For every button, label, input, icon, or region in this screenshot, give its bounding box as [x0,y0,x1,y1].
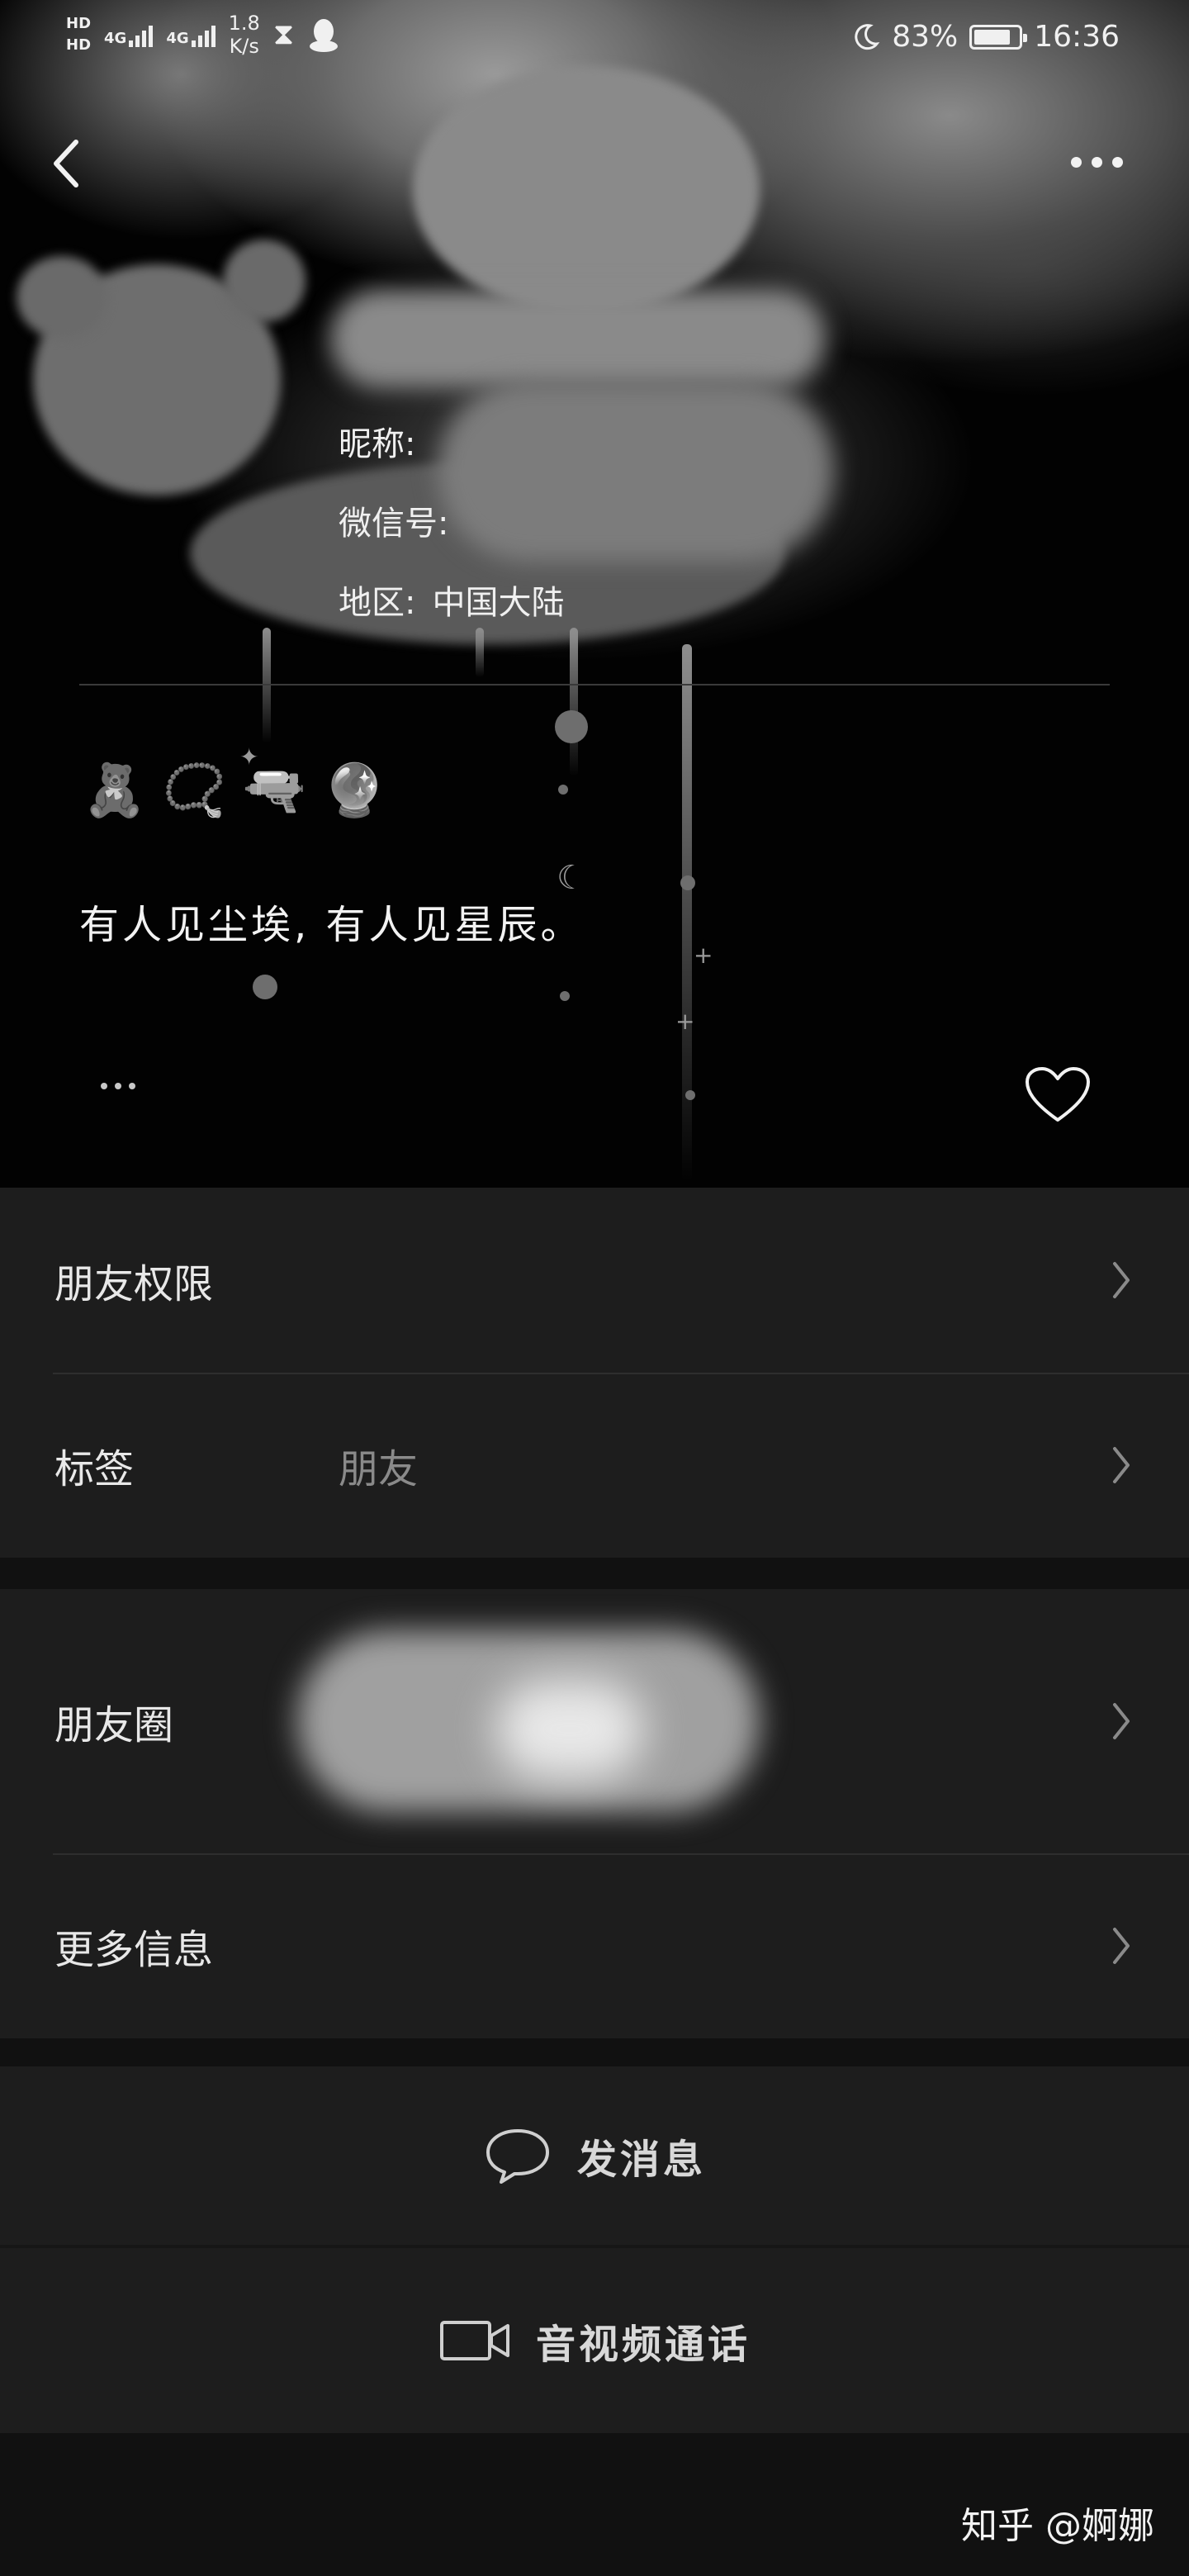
decor-dot [558,785,568,795]
watermark: 知乎 @婀娜 [961,2505,1154,2547]
heart-icon[interactable] [1024,1065,1092,1125]
nickname-label: 昵称: [339,425,416,463]
network-speed: 1.8 K/s [229,12,260,58]
settings-group: 朋友权限 标签 朋友 [0,1188,1189,1558]
dot-icon [101,1083,107,1089]
region-value: 中国大陆 [432,584,565,622]
status-bar: HD HD 4G 4G 1.8 K/s ⧗ 83% 16:36 [0,0,1189,79]
hd-icon: HD HD [66,16,91,54]
qq-icon [310,19,339,52]
net2-label: 4G [166,30,189,47]
tag-value: 朋友 [339,1446,419,1492]
drip [263,628,271,743]
video-call-label: 音视频通话 [535,2322,751,2368]
hd2-label: HD [66,36,92,54]
nickname-row: 昵称: [339,405,564,484]
info-group: 朋友圈 更多信息 [0,1589,1189,2038]
dot-icon [129,1083,135,1089]
hd1-label: HD [66,15,92,32]
status-right: 83% 16:36 [850,20,1120,54]
drip [570,628,578,776]
divider [79,684,1110,686]
send-message-button[interactable]: 发消息 [0,2066,1189,2245]
sparkle-icon: + [675,1008,695,1035]
flower-shape [413,66,760,314]
friend-permissions-row[interactable]: 朋友权限 [0,1188,1189,1373]
bear-ear [223,240,306,322]
back-button[interactable] [43,130,92,197]
personal-signature: 有人见尘埃, 有人见星辰。 [79,902,584,948]
moon-icon [855,23,880,50]
tags-row[interactable]: 标签 朋友 [0,1373,1189,1558]
profile-info: 昵称: 微信号: 地区: 中国大陆 [339,405,564,643]
signal-icon: 4G [104,22,154,47]
chevron-right-icon [1113,1262,1130,1298]
decor-dot [560,991,570,1001]
status-left: HD HD 4G 4G 1.8 K/s ⧗ [66,12,340,58]
speed-unit: K/s [229,35,259,58]
group-gap [0,1558,1189,1589]
chevron-right-icon [1113,1928,1130,1964]
dot-icon [115,1083,121,1089]
row-label: 标签 [54,1446,135,1492]
profile-hero: ✦ + + ☾ HD HD 4G 4G 1.8 K/s ⧗ 83% 16:36 … [0,0,1189,1188]
sparkle-icon: + [694,942,713,969]
decor-dot [555,710,588,743]
decor-dot [680,875,695,890]
drip [682,644,692,1181]
speed-value: 1.8 [228,12,260,35]
battery-icon [969,24,1028,50]
video-camera-icon [439,2321,509,2360]
chevron-right-icon [1113,1447,1130,1483]
moments-row[interactable]: 朋友圈 [0,1589,1189,1853]
wechat-id-row: 微信号: [339,484,564,563]
wechat-id-label: 微信号: [339,505,449,543]
redacted-name [330,289,826,388]
video-call-button[interactable]: 音视频通话 [0,2248,1189,2433]
signal-icon: 4G [166,22,216,47]
chat-bubble-icon [486,2129,549,2184]
row-label: 朋友圈 [54,1702,174,1748]
battery-percent: 83% [892,20,959,54]
bear-ear [17,256,107,339]
status-emojis: 🧸 📿 🔫 🔮 [83,760,386,820]
clock-time: 16:36 [1034,20,1120,54]
region-row: 地区: 中国大陆 [339,563,564,643]
row-label: 朋友权限 [54,1261,214,1307]
signature-more-button[interactable] [101,1074,150,1098]
decor-dot [685,1090,695,1100]
more-options-button[interactable] [1063,145,1130,178]
dot-icon [1091,156,1102,168]
decor-dot [253,975,277,999]
send-message-label: 发消息 [576,2137,706,2183]
hourglass-icon: ⧗ [272,17,295,51]
dot-icon [1070,156,1082,168]
row-label: 更多信息 [54,1927,214,1973]
group-gap [0,2038,1189,2066]
battery-fill [974,29,1011,45]
redacted-moments-highlight [495,1680,644,1779]
region-label: 地区: [339,584,416,622]
more-info-row[interactable]: 更多信息 [0,1853,1189,2038]
net1-label: 4G [104,30,127,47]
dot-icon [1111,156,1123,168]
chevron-right-icon [1113,1703,1130,1739]
